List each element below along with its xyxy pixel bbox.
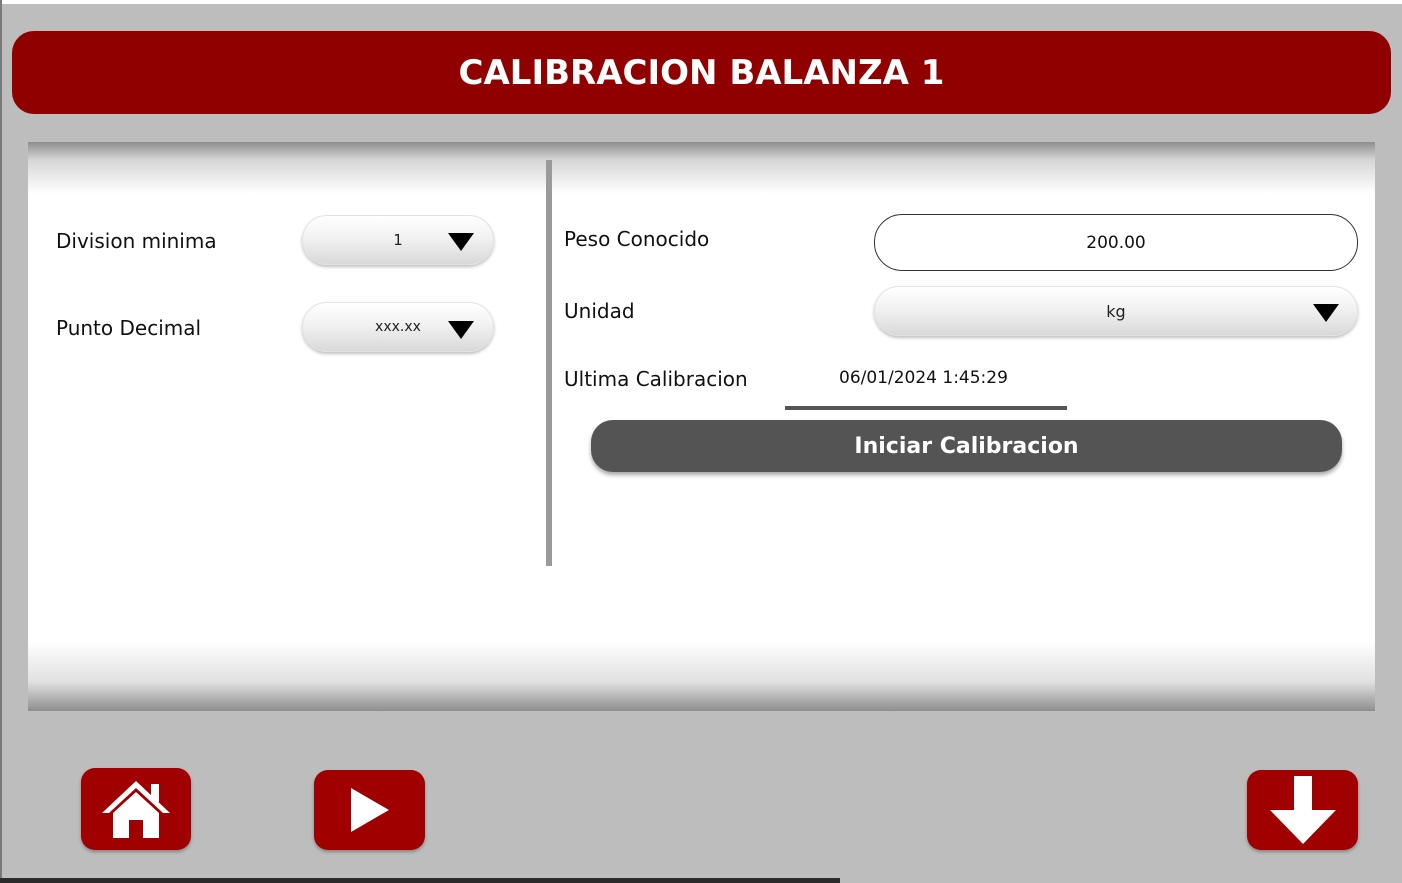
unidad-label: Unidad — [564, 299, 635, 323]
punto-decimal-label: Punto Decimal — [56, 316, 202, 340]
peso-conocido-label: Peso Conocido — [564, 227, 710, 251]
panel-divider — [546, 160, 552, 566]
date-underline — [785, 406, 1067, 410]
page-title: CALIBRACION BALANZA 1 — [458, 52, 945, 93]
ultima-calibracion-label: Ultima Calibracion — [564, 367, 748, 391]
peso-conocido-input[interactable]: 200.00 — [874, 214, 1358, 271]
chevron-down-icon — [448, 321, 474, 339]
arrow-down-icon — [1269, 776, 1336, 844]
ultima-calibracion-value: 06/01/2024 1:45:29 — [839, 368, 1008, 388]
chevron-down-icon — [448, 233, 474, 251]
division-minima-dropdown[interactable]: 1 — [302, 215, 494, 265]
division-minima-label: Division minima — [56, 229, 217, 253]
home-icon — [102, 781, 170, 838]
title-bar: CALIBRACION BALANZA 1 — [12, 31, 1391, 114]
start-calibration-button[interactable]: Iniciar Calibracion — [591, 420, 1342, 472]
chevron-down-icon — [1313, 304, 1339, 322]
play-icon — [350, 788, 389, 832]
window-left-edge — [0, 0, 2, 883]
home-button[interactable] — [81, 768, 191, 850]
window-bottom-edge — [0, 878, 840, 883]
next-button[interactable] — [314, 770, 425, 850]
punto-decimal-dropdown[interactable]: xxx.xx — [302, 302, 494, 352]
window-top-edge — [0, 0, 1402, 4]
unidad-dropdown[interactable]: kg — [874, 286, 1358, 336]
unidad-value: kg — [1106, 301, 1126, 321]
download-button[interactable] — [1247, 770, 1358, 850]
